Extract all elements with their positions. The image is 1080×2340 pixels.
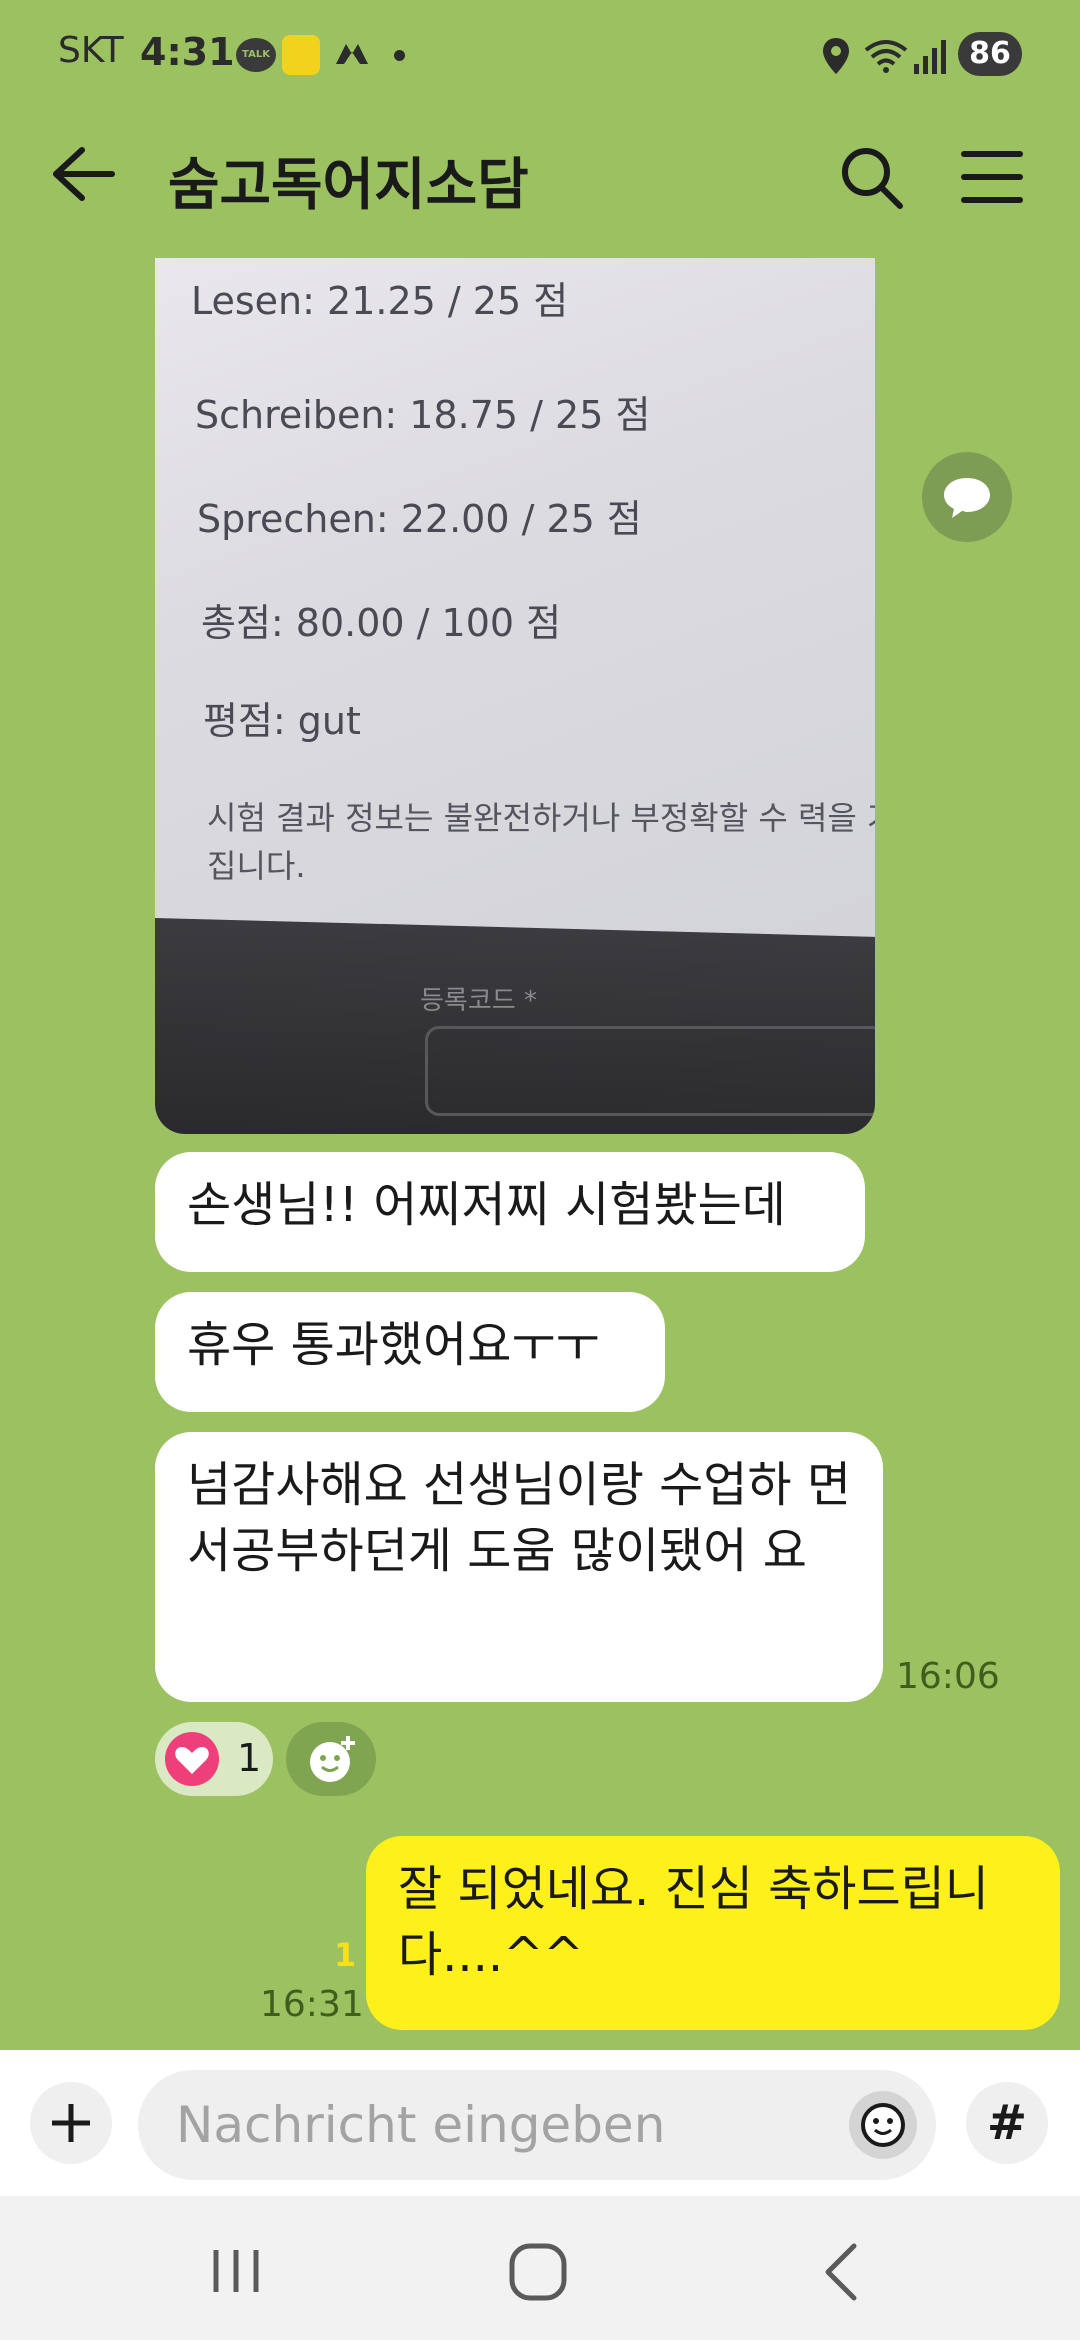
photo-grade-line: 평점: gut — [203, 699, 361, 743]
message-time: 16:06 — [896, 1656, 1000, 1697]
more-notifications-dot — [394, 50, 405, 61]
back-arrow-icon[interactable] — [48, 144, 118, 204]
photo-schreiben-line: Schreiben: 18.75 / 25 점 — [195, 393, 651, 437]
talk-notification-icon: TALK — [236, 38, 276, 72]
home-icon[interactable] — [506, 2240, 570, 2304]
notification-icon — [336, 44, 368, 64]
add-emoji-icon — [310, 1736, 355, 1782]
system-nav-bar — [0, 2196, 1080, 2340]
message-input[interactable]: Nachricht eingeben — [138, 2070, 936, 2180]
menu-icon[interactable] — [960, 148, 1024, 206]
nav-back-icon[interactable] — [816, 2240, 866, 2304]
carrier-label: SKT — [58, 30, 124, 71]
status-time: 4:31 — [140, 30, 235, 74]
chat-bubble-received[interactable]: 넘감사해요 선생님이랑 수업하 면서공부하던게 도움 많이됐어 요 — [155, 1432, 883, 1702]
message-time: 16:31 — [260, 1984, 364, 2025]
recent-apps-icon[interactable] — [206, 2246, 266, 2296]
chat-bubble-received[interactable]: 휴우 통과했어요ㅜㅜ — [155, 1292, 665, 1412]
photo-field-label: 등록코드 * — [420, 986, 537, 1016]
search-icon[interactable] — [838, 144, 904, 210]
photo-note: 시험 결과 정보는 불완전하거나 부정확할 수 력을 가집니다. — [207, 799, 875, 885]
photo-sprechen-line: Sprechen: 22.00 / 25 점 — [197, 497, 642, 541]
chat-bubble-received[interactable]: 손생님!! 어찌저찌 시험봤는데 — [155, 1152, 865, 1272]
add-reaction-button[interactable] — [286, 1722, 376, 1796]
plus-icon — [52, 2104, 90, 2142]
message-input-bar: Nachricht eingeben # — [0, 2050, 1080, 2196]
message-input-placeholder: Nachricht eingeben — [176, 2096, 666, 2154]
signal-icon — [914, 40, 946, 74]
hashtag-button[interactable]: # — [966, 2082, 1048, 2164]
photo-form-field — [425, 1026, 875, 1116]
app-notification-icon — [282, 35, 320, 75]
heart-reaction[interactable]: 1 — [155, 1722, 273, 1796]
status-bar: SKT 4:31 TALK 86 — [0, 0, 1080, 110]
emoji-icon[interactable] — [844, 2086, 922, 2164]
reaction-count: 1 — [237, 1736, 262, 1780]
photo-total-line: 총점: 80.00 / 100 점 — [201, 601, 562, 645]
unread-count: 1 — [334, 1936, 357, 1974]
chat-header: 숨고독어지소담 — [0, 110, 1080, 240]
heart-icon — [165, 1732, 219, 1786]
battery-indicator: 86 — [958, 32, 1022, 76]
attach-button[interactable] — [30, 2082, 112, 2164]
speech-bubble-icon — [944, 478, 990, 518]
chat-title: 숨고독어지소담 — [168, 153, 529, 218]
wifi-icon — [864, 40, 908, 73]
chat-bubble-sent[interactable]: 잘 되었네요. 진심 축하드립니 다....^^ — [366, 1836, 1060, 2030]
photo-lesen-line: Lesen: 21.25 / 25 점 — [191, 279, 569, 323]
chat-action-button[interactable] — [922, 452, 1012, 542]
location-icon — [823, 38, 849, 74]
photo-message[interactable]: Lesen: 21.25 / 25 점 Schreiben: 18.75 / 2… — [155, 258, 875, 1134]
